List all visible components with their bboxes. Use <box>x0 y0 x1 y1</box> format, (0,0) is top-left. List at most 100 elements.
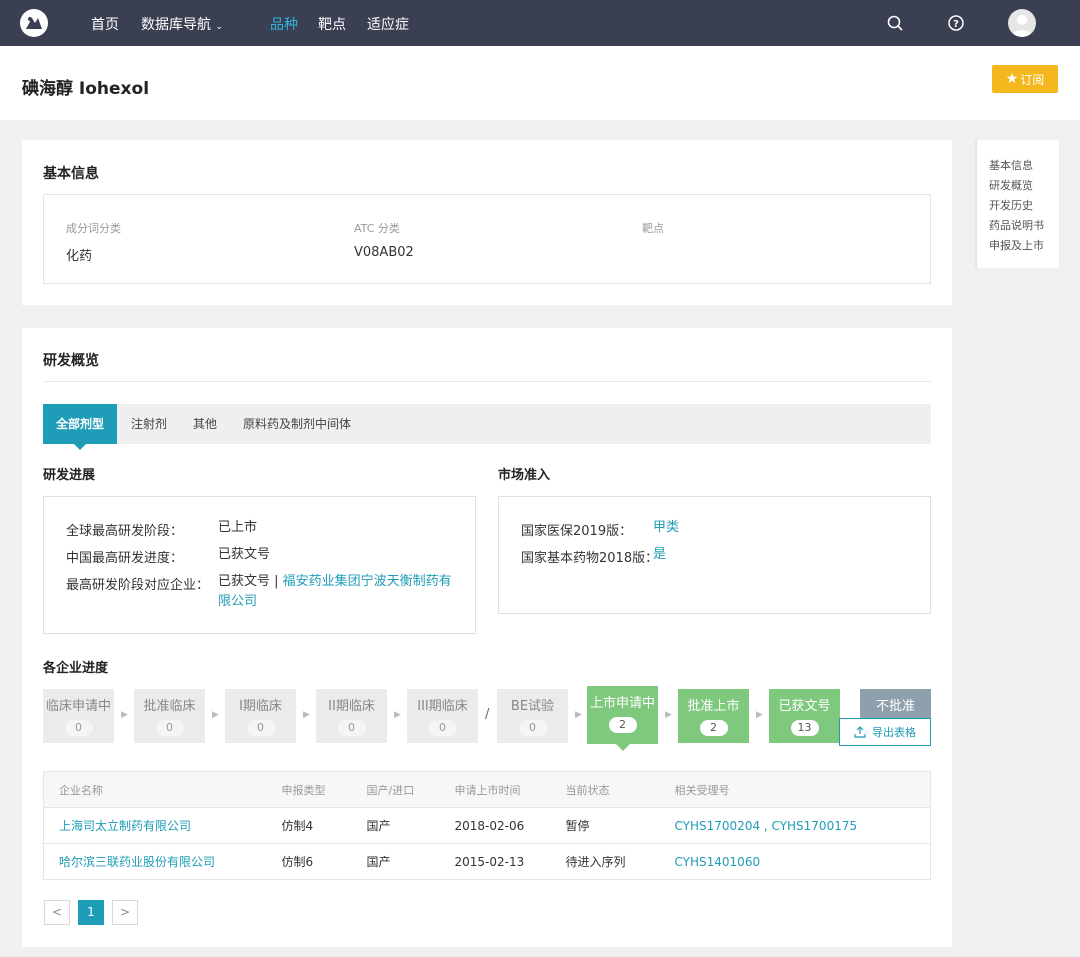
chevron-right-icon: ▶ <box>394 710 401 720</box>
nav-indications[interactable]: 适应症 <box>367 14 409 34</box>
section-nav-dev-history[interactable]: 开发历史 <box>989 196 1059 216</box>
section-nav-drug-label[interactable]: 药品说明书 <box>989 216 1059 236</box>
star-icon: ★ <box>1005 71 1019 87</box>
market-access-panel: 国家医保2019版： 甲类 国家基本药物2018版： 是 <box>498 496 931 614</box>
stage-count: 0 <box>155 720 184 736</box>
col-status[interactable]: 当前状态 <box>565 771 675 808</box>
stage-phase-3[interactable]: III期临床 0 <box>407 689 478 743</box>
section-nav: 基本信息 研发概览 开发历史 药品说明书 申报及上市 <box>975 140 1059 268</box>
rd-progress-panel: 全球最高研发阶段： 已上市 中国最高研发进度： 已获文号 最高研发阶段对应企业：… <box>43 496 476 634</box>
col-type[interactable]: 申报类型 <box>281 771 367 808</box>
china-stage-value: 已获文号 <box>218 547 271 562</box>
current-status: 待进入序列 <box>565 843 675 880</box>
info-label-atc: ATC 分类 <box>354 222 400 235</box>
subscribe-label: 订阅 <box>1020 72 1045 87</box>
separator: | <box>270 574 283 589</box>
company-link[interactable]: 上海司太立制药有限公司 <box>59 819 191 833</box>
basic-info-box: 成分词分类 化药 ATC 分类 V08AB02 靶点 <box>43 194 931 284</box>
stage-market-application[interactable]: 上市申请中 2 <box>587 686 658 751</box>
table-header: 企业名称 申报类型 国产/进口 申请上市时间 当前状态 相关受理号 <box>43 771 931 808</box>
chevron-right-icon: ▶ <box>665 710 672 720</box>
export-icon <box>854 726 866 738</box>
nrdl-value[interactable]: 甲类 <box>653 518 679 538</box>
section-nav-basic-info[interactable]: 基本信息 <box>989 156 1059 176</box>
title-bar: 碘海醇 Iohexol <box>0 46 1080 120</box>
chevron-right-icon: ▶ <box>121 710 128 720</box>
nav-database[interactable]: 数据库导航 ⌄ <box>141 14 223 34</box>
subscribe-button[interactable]: ★ 订阅 <box>992 65 1058 93</box>
page-1-button[interactable]: 1 <box>78 900 104 925</box>
tab-api-intermediates[interactable]: 原料药及制剂中间体 <box>243 404 351 444</box>
stage-be-trial[interactable]: BE试验 0 <box>497 689 568 743</box>
chevron-down-icon: ⌄ <box>215 22 223 32</box>
chevron-right-icon: ▶ <box>575 710 582 720</box>
divider <box>43 381 931 382</box>
nav-varieties[interactable]: 品种 <box>270 14 298 34</box>
edl-value[interactable]: 是 <box>653 545 666 565</box>
edl-label: 国家基本药物2018版： <box>521 551 659 566</box>
stage-phase-1[interactable]: I期临床 0 <box>225 689 296 743</box>
info-label-target: 靶点 <box>642 222 664 235</box>
current-status: 暂停 <box>565 807 675 844</box>
filing-type: 仿制4 <box>281 807 367 844</box>
stage-label: III期临床 <box>417 699 468 714</box>
stage-phase-2[interactable]: II期临床 0 <box>316 689 387 743</box>
stage-label: 已获文号 <box>778 699 831 714</box>
info-value-atc: V08AB02 <box>354 245 414 260</box>
stage-label: 不批准 <box>875 699 915 714</box>
avatar[interactable] <box>1008 9 1036 37</box>
section-nav-filing[interactable]: 申报及上市 <box>989 236 1059 256</box>
tab-injection[interactable]: 注射剂 <box>131 404 167 444</box>
tab-all-forms[interactable]: 全部剂型 <box>43 404 117 450</box>
search-icon[interactable] <box>886 14 904 32</box>
chevron-right-icon: ▶ <box>756 710 763 720</box>
top-company-stage: 已获文号 <box>218 574 271 589</box>
market-access-title: 市场准入 <box>498 468 551 483</box>
prev-page-button[interactable]: < <box>44 900 70 925</box>
stage-label: II期临床 <box>328 699 375 714</box>
origin: 国产 <box>366 843 455 880</box>
col-company[interactable]: 企业名称 <box>43 771 282 808</box>
application-date: 2018-02-06 <box>454 807 566 844</box>
global-stage-value: 已上市 <box>218 520 258 535</box>
stage-license-obtained[interactable]: 已获文号 13 <box>769 689 840 743</box>
stage-label: 上市申请中 <box>589 696 655 711</box>
global-stage-label: 全球最高研发阶段： <box>66 524 184 539</box>
top-company-value: 已获文号 | 福安药业集团宁波天衡制药有限公司 <box>218 572 458 612</box>
top-company-label: 最高研发阶段对应企业： <box>66 578 210 593</box>
nav-home[interactable]: 首页 <box>91 14 119 34</box>
logo-icon[interactable] <box>20 9 48 37</box>
chevron-right-icon: ▶ <box>212 710 219 720</box>
stage-label: I期临床 <box>239 699 282 714</box>
page-title: 碘海醇 Iohexol <box>22 79 150 99</box>
stage-market-approved[interactable]: 批准上市 2 <box>678 689 749 743</box>
stage-count: 0 <box>64 720 93 736</box>
acceptance-numbers[interactable]: CYHS1401060 <box>675 855 761 869</box>
stage-clinical-application[interactable]: 临床申请中 0 <box>43 689 114 743</box>
enterprise-progress-title: 各企业进度 <box>43 661 109 676</box>
col-date[interactable]: 申请上市时间 <box>454 771 566 808</box>
stage-label: 临床申请中 <box>45 699 111 714</box>
col-numbers[interactable]: 相关受理号 <box>674 771 931 808</box>
nav-targets[interactable]: 靶点 <box>318 14 346 34</box>
stage-count: 0 <box>246 720 275 736</box>
table-row: 哈尔滨三联药业股份有限公司 仿制6 国产 2015-02-13 待进入序列 CY… <box>43 843 931 880</box>
company-link[interactable]: 哈尔滨三联药业股份有限公司 <box>59 855 215 869</box>
tab-other[interactable]: 其他 <box>193 404 217 444</box>
section-nav-rd-overview[interactable]: 研发概览 <box>989 176 1059 196</box>
stage-count: 0 <box>518 720 547 736</box>
slash-separator: / <box>485 707 490 722</box>
table-row: 上海司太立制药有限公司 仿制4 国产 2018-02-06 暂停 CYHS170… <box>43 807 931 844</box>
stage-clinical-approved[interactable]: 批准临床 0 <box>134 689 205 743</box>
dosage-tabs: 全部剂型 注射剂 其他 原料药及制剂中间体 <box>43 404 931 450</box>
stage-count: 13 <box>790 720 819 736</box>
chevron-right-icon: ▶ <box>303 710 310 720</box>
svg-text:?: ? <box>953 19 959 30</box>
col-origin[interactable]: 国产/进口 <box>366 771 455 808</box>
acceptance-numbers[interactable]: CYHS1700204 , CYHS1700175 <box>675 819 858 833</box>
rd-progress-title: 研发进展 <box>43 468 96 483</box>
next-page-button[interactable]: > <box>112 900 138 925</box>
export-table-button[interactable]: 导出表格 <box>839 718 931 746</box>
help-icon[interactable]: ? <box>947 14 965 32</box>
stage-rejected[interactable]: 不批准 <box>860 689 931 718</box>
